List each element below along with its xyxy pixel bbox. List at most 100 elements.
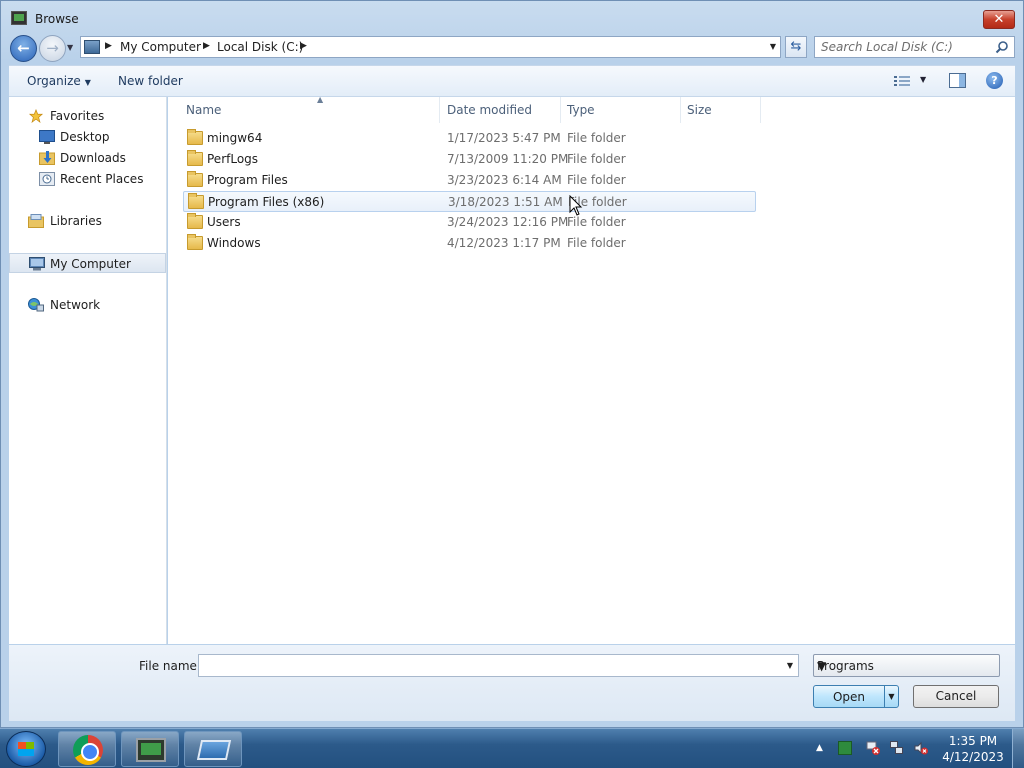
file-type: File folder <box>567 152 626 166</box>
chevron-down-icon: ▼ <box>817 659 827 673</box>
file-row[interactable]: Users 3/24/2023 12:16 PM File folder <box>183 212 756 233</box>
chevron-right-icon[interactable]: ▶ <box>300 41 307 51</box>
preview-pane-icon[interactable] <box>949 73 966 88</box>
file-type: File folder <box>567 236 626 250</box>
views-dropdown-icon[interactable]: ▼ <box>920 75 926 84</box>
new-folder-button[interactable]: New folder <box>118 74 183 88</box>
start-button[interactable] <box>6 731 46 767</box>
search-input[interactable] <box>821 37 991 57</box>
chevron-down-icon[interactable]: ▼ <box>787 661 793 670</box>
search-box[interactable] <box>814 36 1015 58</box>
file-type: File folder <box>567 215 626 229</box>
chevron-right-icon[interactable]: ▶ <box>203 41 210 51</box>
search-icon[interactable] <box>995 40 1009 54</box>
file-name: Users <box>207 215 241 229</box>
browse-dialog: Browse ✕ ← → ▼ ▶ My Computer ▶ Local Dis… <box>0 0 1024 728</box>
nav-network[interactable]: Network <box>9 295 166 315</box>
forward-button[interactable]: → <box>39 35 66 62</box>
nav-desktop[interactable]: Desktop <box>9 127 166 147</box>
file-row[interactable]: mingw64 1/17/2023 5:47 PM File folder <box>183 128 756 149</box>
nav-downloads[interactable]: Downloads <box>9 148 166 168</box>
libraries-icon <box>28 214 44 228</box>
app-monitor-icon <box>11 11 27 25</box>
show-hidden-icons-icon[interactable]: ▲ <box>816 743 823 753</box>
file-type: File folder <box>567 173 626 187</box>
mouse-cursor-icon <box>569 195 583 216</box>
tray-flag-error-icon[interactable] <box>866 741 880 755</box>
recent-pages-dropdown-icon[interactable]: ▼ <box>67 43 73 52</box>
command-bar: Organize ▼ New folder ▼ ? <box>9 65 1015 97</box>
sort-ascending-icon: ▲ <box>317 95 324 104</box>
nav-favorites[interactable]: Favorites <box>9 106 166 126</box>
file-date: 7/13/2009 11:20 PM <box>447 152 569 166</box>
clock-time[interactable]: 1:35 PM <box>940 734 1006 748</box>
tray-volume-muted-icon[interactable] <box>914 741 928 755</box>
column-header-date-modified[interactable]: Date modified <box>441 97 561 123</box>
folder-icon <box>187 150 203 166</box>
organize-button[interactable]: Organize ▼ <box>27 74 91 88</box>
breadcrumb-my-computer[interactable]: My Computer <box>120 40 201 54</box>
address-dropdown-icon[interactable]: ▼ <box>770 42 776 51</box>
folder-icon <box>187 129 203 145</box>
chevron-down-icon: ▼ <box>84 78 91 87</box>
nav-recent-places[interactable]: Recent Places <box>9 169 166 189</box>
window-icon <box>196 740 232 760</box>
chevron-right-icon[interactable]: ▶ <box>105 41 112 51</box>
refresh-button[interactable]: ⇆ <box>785 36 807 58</box>
forward-arrow-icon: → <box>46 39 59 57</box>
column-header-name[interactable]: Name ▲ <box>180 95 440 123</box>
taskbar-system-monitor[interactable] <box>121 731 179 767</box>
folder-icon <box>187 234 203 250</box>
file-name-label: File name: <box>139 659 201 673</box>
file-name-combobox[interactable]: ▼ <box>198 654 799 677</box>
window-title: Browse <box>35 12 79 26</box>
help-icon[interactable]: ? <box>986 72 1003 89</box>
folder-icon <box>187 171 203 187</box>
file-row-hovered[interactable]: Program Files (x86) 3/18/2023 1:51 AM Fi… <box>183 191 756 212</box>
computer-icon <box>84 40 100 54</box>
desktop-icon <box>39 130 55 144</box>
refresh-icon: ⇆ <box>790 39 802 54</box>
file-row[interactable]: Program Files 3/23/2023 6:14 AM File fol… <box>183 170 756 191</box>
network-icon <box>28 298 44 312</box>
file-name-input[interactable] <box>203 655 773 676</box>
tray-network-icon[interactable] <box>890 741 904 755</box>
file-name: Windows <box>207 236 261 250</box>
file-date: 3/18/2023 1:51 AM <box>448 195 563 209</box>
back-button[interactable]: ← <box>10 35 37 62</box>
file-date: 3/23/2023 6:14 AM <box>447 173 562 187</box>
clock-date[interactable]: 4/12/2023 <box>940 750 1006 764</box>
column-header-size[interactable]: Size <box>681 97 761 123</box>
taskbar-window-app[interactable] <box>184 731 242 767</box>
address-bar[interactable]: ▶ My Computer ▶ Local Disk (C:) ▶ ▼ <box>80 36 781 58</box>
close-button[interactable]: ✕ <box>983 10 1015 29</box>
view-list-icon[interactable] <box>894 75 910 87</box>
open-button[interactable]: Open ▼ <box>813 685 899 708</box>
title-bar[interactable]: Browse ✕ <box>1 1 1023 35</box>
folder-icon <box>188 193 204 209</box>
file-row[interactable]: Windows 4/12/2023 1:17 PM File folder <box>183 233 756 254</box>
nav-libraries[interactable]: Libraries <box>9 211 166 231</box>
file-row[interactable]: PerfLogs 7/13/2009 11:20 PM File folder <box>183 149 756 170</box>
computer-icon <box>29 257 45 271</box>
file-date: 4/12/2023 1:17 PM <box>447 236 561 250</box>
taskbar-chrome[interactable] <box>58 731 116 767</box>
file-type-select[interactable]: Programs ▼ <box>813 654 1000 677</box>
file-name-area: File name: ▼ Programs ▼ Open ▼ Cancel <box>9 645 1015 721</box>
downloads-folder-icon <box>39 151 55 165</box>
recent-places-icon <box>39 172 55 186</box>
show-desktop-button[interactable] <box>1012 729 1024 768</box>
cancel-button[interactable]: Cancel <box>913 685 999 708</box>
column-header-type[interactable]: Type <box>561 97 681 123</box>
file-name: Program Files <box>207 173 288 187</box>
tray-app-icon[interactable] <box>838 741 852 755</box>
file-date: 1/17/2023 5:47 PM <box>447 131 561 145</box>
star-icon <box>28 109 44 123</box>
nav-my-computer[interactable]: My Computer <box>9 253 166 273</box>
chrome-icon <box>73 735 103 765</box>
file-name: PerfLogs <box>207 152 259 166</box>
file-list: Name ▲ Date modified Type Size mingw64 1… <box>168 95 1015 644</box>
open-options-dropdown[interactable]: ▼ <box>884 686 898 707</box>
breadcrumb-local-disk[interactable]: Local Disk (C:) <box>217 40 303 54</box>
taskbar: ▲ 1:35 PM 4/12/2023 <box>0 728 1024 768</box>
